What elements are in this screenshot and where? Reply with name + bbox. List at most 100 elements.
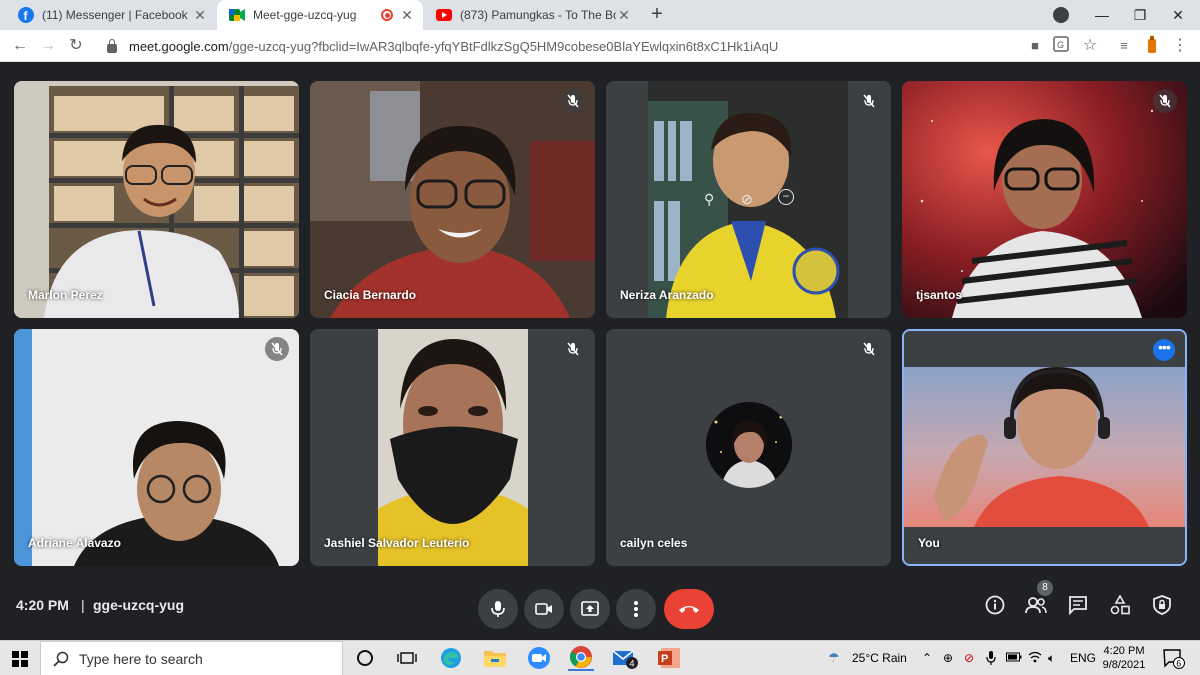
network-icon[interactable]	[1028, 651, 1042, 666]
microphone-icon	[491, 601, 505, 617]
clock-time: 4:20 PM	[1103, 645, 1145, 657]
participant-tile[interactable]: ⚲ ⊘ − Neriza Aranzado	[606, 81, 891, 318]
participant-video	[14, 329, 299, 566]
self-tile[interactable]: ••• You	[902, 329, 1187, 566]
muted-mic-icon	[561, 89, 585, 113]
tab-youtube[interactable]: (873) Pamungkas - To The Bone - ✕	[424, 0, 640, 30]
tab-title: Meet-gge-uzcq-yug	[253, 8, 357, 22]
tab-search-icon[interactable]	[1053, 7, 1069, 23]
participant-tile[interactable]: Adriane Alavazo	[14, 329, 299, 566]
muted-mic-icon	[857, 89, 881, 113]
more-vert-icon	[634, 601, 638, 617]
battery-icon[interactable]	[1006, 651, 1022, 665]
participant-name: Marlon Perez	[28, 288, 103, 302]
address-bar[interactable]: meet.google.com/gge-uzcq-yug?fbclid=IwAR…	[97, 33, 1107, 59]
participant-tile[interactable]: Ciacia Bernardo	[310, 81, 595, 318]
notification-center-icon[interactable]: 6	[1163, 649, 1185, 674]
close-tab-icon[interactable]: ✕	[616, 7, 632, 24]
media-control-icon[interactable]: ≡	[1114, 36, 1134, 56]
browser-menu-icon[interactable]: ⋮	[1170, 36, 1190, 56]
new-tab-button[interactable]: +	[645, 3, 669, 27]
meeting-controls-bar: 4:20 PM | gge-uzcq-yug	[0, 575, 1200, 640]
edge-icon[interactable]	[438, 645, 464, 671]
participant-tile[interactable]: Jashiel Salvador Leuterio	[310, 329, 595, 566]
reload-button[interactable]: ↻	[64, 34, 88, 58]
remove-icon[interactable]: −	[778, 189, 794, 205]
close-tab-icon[interactable]: ✕	[399, 7, 415, 24]
meeting-code: gge-uzcq-yug	[93, 597, 184, 613]
back-button[interactable]: ←	[8, 34, 32, 58]
camera-button[interactable]	[524, 589, 564, 629]
activities-icon[interactable]	[1108, 593, 1132, 617]
participant-name: Ciacia Bernardo	[324, 288, 417, 302]
browser-toolbar: ← → ↻ meet.google.com/gge-uzcq-yug?fbcli…	[0, 30, 1200, 62]
chat-icon[interactable]	[1066, 593, 1090, 617]
participant-name: Neriza Aranzado	[620, 288, 714, 302]
recording-tray-icon[interactable]: ⊘	[964, 651, 974, 665]
present-screen-icon	[581, 601, 599, 616]
svg-text:4: 4	[630, 659, 635, 669]
more-options-button[interactable]: •••	[1153, 339, 1175, 361]
tab-meet[interactable]: Meet-gge-uzcq-yug ✕	[217, 0, 423, 30]
powerpoint-icon[interactable]: P	[656, 645, 682, 671]
mail-icon[interactable]: 4	[612, 645, 638, 671]
svg-text:G: G	[1057, 40, 1064, 50]
participant-avatar	[706, 402, 792, 488]
participant-tile[interactable]: tjsantos	[902, 81, 1187, 318]
weather-text[interactable]: 25°C Rain	[852, 651, 907, 665]
google-meet-icon	[229, 7, 245, 23]
microphone-tray-icon[interactable]	[986, 651, 996, 668]
taskbar-search[interactable]	[40, 641, 343, 675]
system-clock[interactable]: 4:20 PM 9/8/2021	[1100, 644, 1148, 672]
recording-icon	[381, 9, 393, 21]
close-tab-icon[interactable]: ✕	[192, 7, 208, 24]
participant-count-badge: 8	[1037, 580, 1053, 596]
chrome-icon[interactable]	[568, 645, 594, 671]
close-window-button[interactable]: ✕	[1156, 0, 1200, 30]
windows-start-button[interactable]	[12, 651, 28, 667]
browser-tab-strip: f (11) Messenger | Facebook ✕ Meet-gge-u…	[0, 0, 1200, 30]
meeting-separator: |	[81, 597, 85, 613]
extension-icon[interactable]	[1142, 36, 1162, 56]
meeting-details-icon[interactable]	[983, 593, 1007, 617]
clock-date: 9/8/2021	[1102, 659, 1146, 671]
participant-tile[interactable]: cailyn celes	[606, 329, 891, 566]
present-screen-button[interactable]	[570, 589, 610, 629]
bookmark-star-icon[interactable]: ☆	[1080, 36, 1100, 56]
tab-messenger[interactable]: f (11) Messenger | Facebook ✕	[6, 0, 216, 30]
weather-icon[interactable]: ☂	[828, 650, 840, 666]
meet-tray-icon[interactable]: ⊕	[943, 651, 953, 665]
translate-icon[interactable]: G	[1051, 36, 1071, 56]
windows-taskbar: 4 P ☂ 25°C Rain ⌃ ⊕ ⊘ 🔈︎ ENG 4:20 PM 9/8…	[0, 640, 1200, 675]
mic-off-overlay-icon[interactable]: ⊘	[741, 191, 753, 208]
forward-button[interactable]: →	[36, 34, 60, 58]
participant-name: Adriane Alavazo	[28, 536, 121, 550]
participant-name: cailyn celes	[620, 536, 688, 550]
file-explorer-icon[interactable]	[482, 645, 508, 671]
participant-name: You	[918, 536, 940, 550]
input-language[interactable]: ENG	[1070, 651, 1096, 665]
host-controls-icon[interactable]	[1150, 593, 1174, 617]
task-view-icon[interactable]	[394, 645, 420, 671]
volume-icon[interactable]: 🔈︎	[1048, 651, 1055, 666]
leave-call-button[interactable]	[664, 589, 714, 629]
participant-tile[interactable]: Marlon Perez	[14, 81, 299, 318]
muted-mic-icon	[561, 337, 585, 361]
microphone-button[interactable]	[478, 589, 518, 629]
svg-text:6: 6	[1176, 659, 1181, 669]
zoom-icon[interactable]	[526, 645, 552, 671]
pin-icon[interactable]: ⚲	[704, 191, 714, 208]
lock-icon	[107, 38, 117, 53]
search-input[interactable]	[79, 650, 319, 667]
svg-text:P: P	[661, 653, 668, 665]
participant-video	[310, 81, 595, 318]
video-camera-icon	[535, 603, 552, 615]
facebook-icon: f	[18, 7, 34, 23]
muted-mic-icon	[265, 337, 289, 361]
show-hidden-icons[interactable]: ⌃	[922, 651, 932, 665]
people-icon[interactable]	[1024, 593, 1048, 617]
participant-video	[14, 81, 299, 318]
camera-icon[interactable]: ■	[1025, 36, 1045, 56]
cortana-icon[interactable]	[352, 645, 378, 671]
more-options-button[interactable]	[616, 589, 656, 629]
